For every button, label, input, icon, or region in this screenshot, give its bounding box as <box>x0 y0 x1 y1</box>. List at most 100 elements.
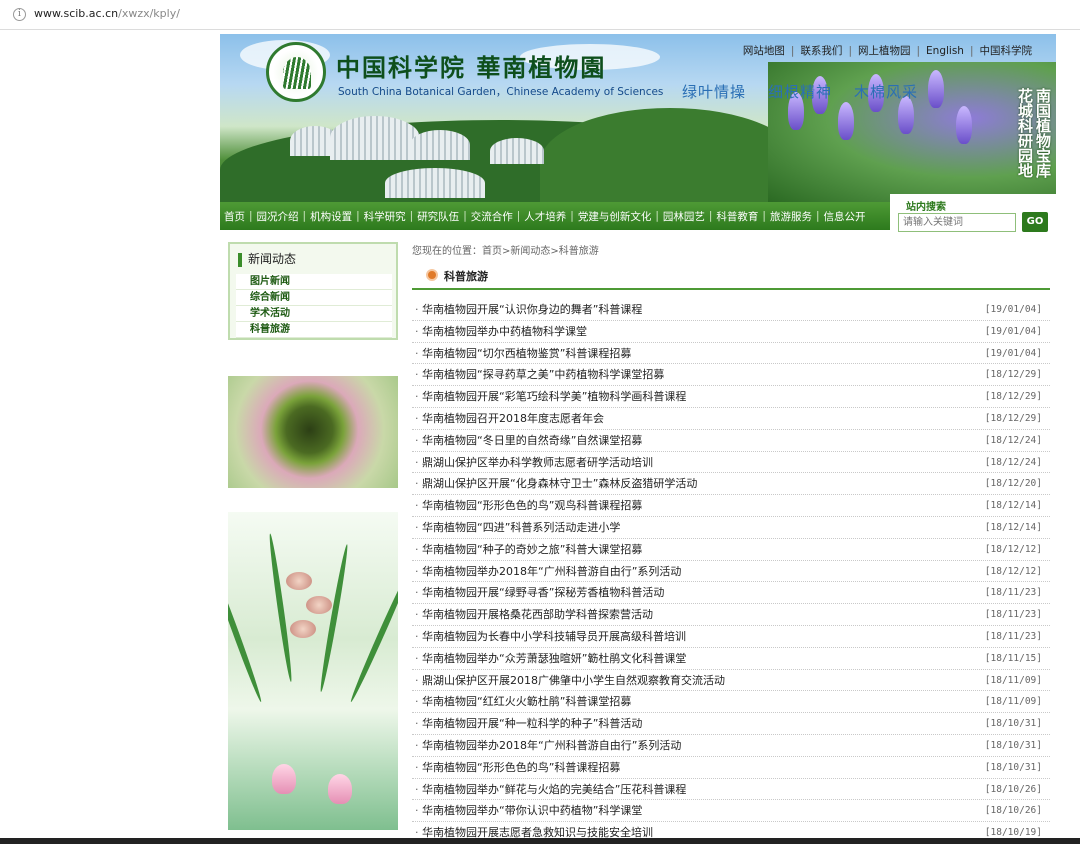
header-banner: 中国科学院 華南植物園 South China Botanical Garden… <box>220 34 1056 202</box>
news-date: [18/11/23] <box>984 630 1042 642</box>
glasshouse-decoration <box>490 138 544 164</box>
toplink-english[interactable]: English <box>920 45 970 57</box>
news-list-item[interactable]: · 华南植物园召开2018年度志愿者年会 [18/12/29] <box>412 408 1050 430</box>
news-list-item[interactable]: · 华南植物园“形形色色的鸟”科普课程招募 [18/10/31] <box>412 757 1050 779</box>
nav-item-home[interactable]: 首页 <box>224 209 245 224</box>
news-title[interactable]: 华南植物园“种子的奇妙之旅”科普大课堂招募 <box>422 539 642 560</box>
news-list-item[interactable]: · 华南植物园“探寻药草之美”中药植物科学课堂招募 [18/12/29] <box>412 364 1050 387</box>
news-title[interactable]: 华南植物园举办2018年“广州科普游自由行”系列活动 <box>422 735 681 756</box>
news-list-item[interactable]: · 华南植物园举办中药植物科学课堂 [19/01/04] <box>412 321 1050 343</box>
news-title[interactable]: 华南植物园“冬日里的自然奇缘”自然课堂招募 <box>422 430 642 451</box>
news-title[interactable]: 鼎湖山保护区开展“化身森林守卫士”森林反盗猎研学活动 <box>422 473 697 494</box>
toplink-cas[interactable]: 中国科学院 <box>974 45 1039 57</box>
news-list-item[interactable]: · 华南植物园开展“彩笔巧绘科学美”植物科学画科普课程 [18/12/29] <box>412 386 1050 408</box>
news-list-item[interactable]: · 华南植物园“四进”科普系列活动走进小学 [18/12/14] <box>412 517 1050 539</box>
news-title[interactable]: 华南植物园“红红火火簕杜鹃”科普课堂招募 <box>422 691 631 712</box>
browser-address-bar[interactable]: i www.scib.ac.cn/xwzx/kply/ <box>0 0 1080 30</box>
news-date: [18/12/14] <box>984 500 1042 512</box>
toplink-online-garden[interactable]: 网上植物园 <box>852 45 917 57</box>
news-list-item[interactable]: · 华南植物园“形形色色的鸟”观鸟科普课程招募 [18/12/14] <box>412 495 1050 517</box>
bullet-icon: · <box>415 499 419 513</box>
news-title[interactable]: 华南植物园开展“绿野寻香”探秘芳香植物科普活动 <box>422 582 664 603</box>
glasshouse-decoration <box>385 168 485 198</box>
bullet-icon: · <box>415 303 419 316</box>
news-list-item[interactable]: · 鼎湖山保护区开展“化身森林守卫士”森林反盗猎研学活动 [18/12/20] <box>412 473 1050 496</box>
news-list-item[interactable]: · 华南植物园为长春中小学科技辅导员开展高级科普培训 [18/11/23] <box>412 626 1050 648</box>
news-list-item[interactable]: · 华南植物园开展格桑花西部助学科普探索营活动 [18/11/23] <box>412 604 1050 626</box>
news-date: [18/12/29] <box>984 369 1042 381</box>
nav-item-organization[interactable]: 机构设置 <box>310 209 352 224</box>
sibg-logo[interactable] <box>266 42 326 102</box>
nav-item-talent[interactable]: 人才培养 <box>524 209 566 224</box>
search-go-button[interactable]: GO <box>1022 212 1048 232</box>
nav-item-horticulture[interactable]: 园林园艺 <box>663 209 705 224</box>
news-list-item[interactable]: · 华南植物园“红红火火簕杜鹃”科普课堂招募 [18/11/09] <box>412 691 1050 714</box>
sidebar-item-academic[interactable]: 学术活动 <box>236 306 392 322</box>
news-list-item[interactable]: · 华南植物园举办“众芳萧瑟独暄妍”簕杜鹃文化科普课堂 [18/11/15] <box>412 648 1050 670</box>
news-title[interactable]: 华南植物园“探寻药草之美”中药植物科学课堂招募 <box>422 364 664 385</box>
bullet-icon: · <box>415 455 419 469</box>
news-title[interactable]: 华南植物园举办“带你认识中药植物”科学课堂 <box>422 800 642 821</box>
news-title[interactable]: 华南植物园开展“种一粒科学的种子”科普活动 <box>422 713 642 734</box>
news-list-item[interactable]: · 鼎湖山保护区举办科学教师志愿者研学活动培训 [18/12/24] <box>412 452 1050 474</box>
news-title[interactable]: 华南植物园开展格桑花西部助学科普探索营活动 <box>422 604 653 625</box>
bullet-icon: · <box>415 673 419 687</box>
news-list-item[interactable]: · 华南植物园开展“种一粒科学的种子”科普活动 [18/10/31] <box>412 713 1050 735</box>
news-list-item[interactable]: · 华南植物园举办“带你认识中药植物”科学课堂 [18/10/26] <box>412 800 1050 823</box>
orchid-decoration <box>286 572 312 590</box>
news-title[interactable]: 华南植物园开展“彩笔巧绘科学美”植物科学画科普课程 <box>422 386 686 407</box>
news-title[interactable]: 华南植物园“形形色色的鸟”科普课程招募 <box>422 757 620 778</box>
nav-item-team[interactable]: 研究队伍 <box>417 209 459 224</box>
nav-item-education[interactable]: 科普教育 <box>716 209 758 224</box>
news-title[interactable]: 华南植物园“形形色色的鸟”观鸟科普课程招募 <box>422 495 642 516</box>
news-list-item[interactable]: · 华南植物园开展“认识你身边的舞者”科普课程 [19/01/04] <box>412 299 1050 321</box>
search-input[interactable] <box>898 213 1016 232</box>
url-text[interactable]: www.scib.ac.cn/xwzx/kply/ <box>34 7 180 20</box>
nav-item-tourism[interactable]: 旅游服务 <box>770 209 812 224</box>
news-title[interactable]: 华南植物园举办“鲜花与火焰的完美结合”压花科普课程 <box>422 779 686 800</box>
news-list-item[interactable]: · 华南植物园举办2018年“广州科普游自由行”系列活动 [18/12/12] <box>412 561 1050 583</box>
news-title[interactable]: 华南植物园“切尔西植物鉴赏”科普课程招募 <box>422 343 631 364</box>
sidebar-item-photo-news[interactable]: 图片新闻 <box>236 274 392 290</box>
leaf-decoration <box>348 563 398 704</box>
taskbar-strip <box>0 838 1080 844</box>
info-icon[interactable]: i <box>13 8 26 21</box>
section-bullet-icon <box>426 269 438 281</box>
bullet-icon: · <box>415 564 419 578</box>
news-date: [18/12/12] <box>984 565 1042 577</box>
news-title[interactable]: 华南植物园举办中药植物科学课堂 <box>422 321 587 342</box>
news-list-item[interactable]: · 华南植物园“冬日里的自然奇缘”自然课堂招募 [18/12/24] <box>412 430 1050 452</box>
slogan: 绿叶情操 细根精神 木棉风采 <box>682 81 940 102</box>
toplink-contact[interactable]: 联系我们 <box>794 45 848 57</box>
sidebar-item-science-tourism[interactable]: 科普旅游 <box>236 322 392 338</box>
news-list-item[interactable]: · 华南植物园开展“绿野寻香”探秘芳香植物科普活动 [18/11/23] <box>412 582 1050 605</box>
nav-item-exchange[interactable]: 交流合作 <box>471 209 513 224</box>
news-title[interactable]: 华南植物园举办“众芳萧瑟独暄妍”簕杜鹃文化科普课堂 <box>422 648 686 669</box>
bullet-icon: · <box>415 433 419 447</box>
news-title[interactable]: 华南植物园召开2018年度志愿者年会 <box>422 408 604 429</box>
nav-item-research[interactable]: 科学研究 <box>364 209 406 224</box>
news-title[interactable]: 鼎湖山保护区举办科学教师志愿者研学活动培训 <box>422 452 653 473</box>
site-name-en: South China Botanical Garden，Chinese Aca… <box>338 86 664 98</box>
news-date: [18/11/23] <box>984 587 1042 599</box>
news-date: [18/10/31] <box>984 739 1042 751</box>
sidebar-title-text: 新闻动态 <box>248 252 297 266</box>
news-list-item[interactable]: · 华南植物园举办“鲜花与火焰的完美结合”压花科普课程 [18/10/26] <box>412 779 1050 801</box>
bullet-icon: · <box>415 804 419 818</box>
news-title[interactable]: 鼎湖山保护区开展2018广佛肇中小学生自然观察教育交流活动 <box>422 670 725 691</box>
news-title[interactable]: 华南植物园举办2018年“广州科普游自由行”系列活动 <box>422 561 681 582</box>
news-list-item[interactable]: · 华南植物园“种子的奇妙之旅”科普大课堂招募 [18/12/12] <box>412 539 1050 561</box>
news-list-item[interactable]: · 华南植物园“切尔西植物鉴赏”科普课程招募 [19/01/04] <box>412 343 1050 365</box>
nav-item-overview[interactable]: 园况介绍 <box>257 209 299 224</box>
news-title[interactable]: 华南植物园“四进”科普系列活动走进小学 <box>422 517 620 538</box>
toplink-sitemap[interactable]: 网站地图 <box>737 45 791 57</box>
news-date: [18/10/26] <box>984 783 1042 795</box>
news-title[interactable]: 华南植物园为长春中小学科技辅导员开展高级科普培训 <box>422 626 686 647</box>
news-title[interactable]: 华南植物园开展“认识你身边的舞者”科普课程 <box>422 299 642 320</box>
news-list-item[interactable]: · 鼎湖山保护区开展2018广佛肇中小学生自然观察教育交流活动 [18/11/09] <box>412 670 1050 692</box>
news-list-item[interactable]: · 华南植物园举办2018年“广州科普游自由行”系列活动 [18/10/31] <box>412 735 1050 757</box>
nav-item-disclosure[interactable]: 信息公开 <box>824 209 866 224</box>
sidebar-item-general-news[interactable]: 综合新闻 <box>236 290 392 306</box>
nav-item-party[interactable]: 党建与创新文化 <box>578 209 652 224</box>
news-date: [18/12/14] <box>984 521 1042 533</box>
